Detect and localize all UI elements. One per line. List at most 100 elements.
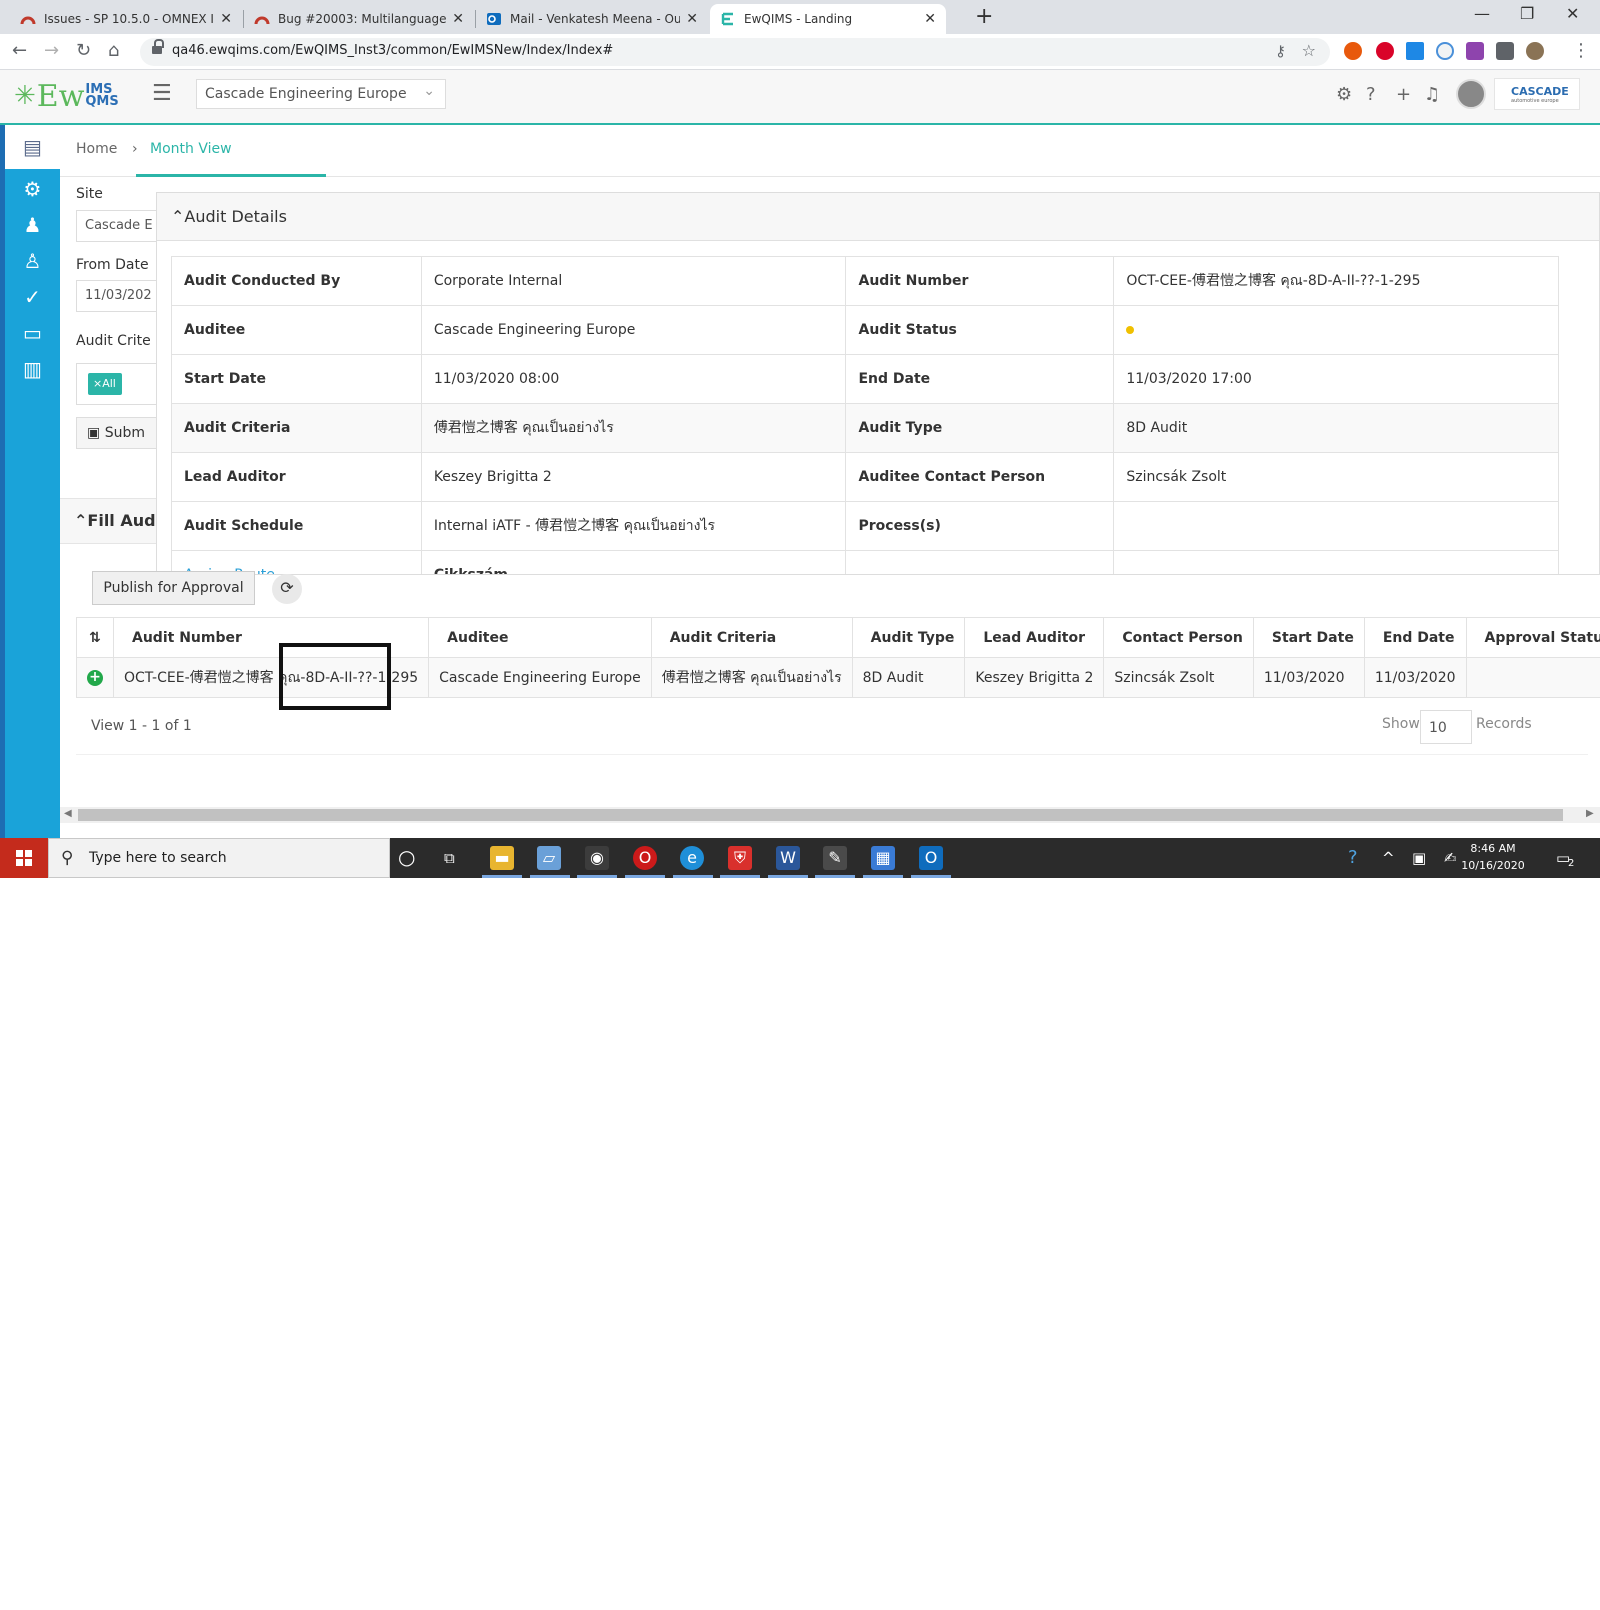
publish-for-approval-button[interactable]: Publish for Approval xyxy=(92,571,255,605)
column-header[interactable]: Audit Type xyxy=(851,617,966,658)
extension-opera-icon[interactable] xyxy=(1376,42,1394,60)
detail-row: Lead Auditor Keszey Brigitta 2 Auditee C… xyxy=(171,452,1559,502)
horizontal-scrollbar[interactable]: ◀ ▶ xyxy=(60,807,1600,823)
browser-tab[interactable]: Mail - Venkatesh Meena - Outlook ✕ xyxy=(476,4,708,34)
start-button[interactable] xyxy=(0,838,48,878)
left-sidebar: ▤ ⚙ ♟ ♙ ✓ ▭ ▥ xyxy=(0,125,60,858)
site-field[interactable]: Cascade E xyxy=(76,210,156,242)
extension-fire-icon[interactable] xyxy=(1344,42,1362,60)
sidebar-presentation-icon[interactable]: ▭ xyxy=(5,321,60,345)
column-header[interactable]: Approval Status xyxy=(1465,617,1600,658)
key-icon[interactable]: ⚷ xyxy=(1275,42,1286,60)
audit-details-header[interactable]: ⌃Audit Details xyxy=(157,193,1599,241)
settings-gear-icon[interactable]: ⚙ xyxy=(1336,84,1352,105)
sidebar-user-check-icon[interactable]: ✓ xyxy=(5,285,60,309)
news-app-icon[interactable]: ▦ xyxy=(871,846,895,870)
lock-icon xyxy=(152,39,164,56)
records-per-page-field[interactable]: 10 xyxy=(1420,710,1472,744)
home-icon[interactable]: ⌂ xyxy=(108,40,119,61)
back-icon[interactable]: ← xyxy=(12,40,27,61)
logo-star-icon: ✳ xyxy=(14,81,36,111)
bookmark-star-icon[interactable]: ☆ xyxy=(1302,41,1316,60)
taskbar-search-box[interactable]: ⚲ Type here to search xyxy=(48,838,390,878)
from-date-field[interactable]: 11/03/202 xyxy=(76,280,156,312)
ewqims-logo[interactable]: ✳ Ew IMS QMS xyxy=(14,78,119,114)
expand-row-plus-icon[interactable]: + xyxy=(87,670,103,686)
outlook-taskbar-icon[interactable]: O xyxy=(919,846,943,870)
help-icon[interactable]: ? xyxy=(1366,84,1376,105)
paint-icon[interactable]: ✎ xyxy=(823,846,847,870)
column-header[interactable]: End Date xyxy=(1363,617,1467,658)
site-select[interactable]: Cascade Engineering Europe ⌄ xyxy=(196,79,446,109)
opera-icon[interactable]: O xyxy=(633,846,657,870)
show-hidden-icons-chevron-icon[interactable]: ^ xyxy=(1382,849,1395,867)
task-view-icon[interactable]: ⧉ xyxy=(444,849,455,867)
hamburger-menu-icon[interactable]: ☰ xyxy=(152,81,172,106)
chrome-icon[interactable]: ◉ xyxy=(585,846,609,870)
notebook-icon: ▤ xyxy=(23,135,42,159)
column-header[interactable]: Contact Person xyxy=(1103,617,1254,658)
network-icon[interactable]: ▣ xyxy=(1412,849,1426,867)
close-window-icon[interactable]: ✕ xyxy=(1566,4,1579,23)
submit-button[interactable]: ▣ Subm xyxy=(76,417,156,449)
breadcrumb-current[interactable]: Month View xyxy=(150,141,232,157)
extension-circle-icon[interactable] xyxy=(1436,42,1454,60)
sidebar-settings-icon[interactable]: ⚙ xyxy=(5,177,60,201)
extension-pen-icon[interactable] xyxy=(1466,42,1484,60)
minimize-icon[interactable]: — xyxy=(1474,4,1490,23)
cortana-icon[interactable]: ○ xyxy=(398,845,415,869)
reload-icon[interactable]: ↻ xyxy=(76,40,91,61)
close-tab-icon[interactable]: ✕ xyxy=(686,11,698,27)
edge-icon[interactable]: e xyxy=(680,846,704,870)
extensions-puzzle-icon[interactable] xyxy=(1496,42,1514,60)
column-header[interactable]: Auditee xyxy=(428,617,652,658)
word-icon[interactable]: W xyxy=(776,846,800,870)
extension-windows-icon[interactable] xyxy=(1406,42,1424,60)
column-chooser-icon[interactable]: ⇅ xyxy=(76,617,114,658)
add-icon[interactable]: + xyxy=(1396,84,1411,105)
scrollbar-thumb[interactable] xyxy=(78,809,1563,821)
chevron-down-icon: ⌄ xyxy=(423,83,435,99)
new-tab-button[interactable]: + xyxy=(975,4,993,29)
restore-icon[interactable]: ❐ xyxy=(1520,4,1534,23)
profile-avatar-icon[interactable] xyxy=(1526,42,1544,60)
records-label: Records xyxy=(1476,716,1532,732)
sidebar-item-audit[interactable]: ▤ xyxy=(5,125,60,169)
forward-icon[interactable]: → xyxy=(44,40,59,61)
site-label: Site xyxy=(76,186,103,202)
save-icon: ▣ xyxy=(87,425,101,441)
url-field[interactable]: qa46.ewqims.com/EwQIMS_Inst3/common/EwIM… xyxy=(140,38,1330,66)
outlook-icon xyxy=(486,11,502,27)
close-tab-icon[interactable]: ✕ xyxy=(452,11,464,27)
browser-menu-icon[interactable]: ⋮ xyxy=(1572,40,1590,61)
scroll-left-arrow-icon[interactable]: ◀ xyxy=(64,808,72,819)
browser-tab[interactable]: Issues - SP 10.5.0 - OMNEX ISSUE ✕ xyxy=(10,4,242,34)
user-avatar[interactable] xyxy=(1456,79,1486,109)
sidebar-user-shield-icon[interactable]: ♙ xyxy=(5,249,60,273)
security-shield-icon[interactable]: ⛨ xyxy=(728,846,752,870)
help-tray-icon[interactable]: ? xyxy=(1348,847,1358,868)
sidebar-users-group-icon[interactable]: ♟ xyxy=(5,213,60,237)
refresh-icon[interactable]: ⟳ xyxy=(272,574,302,604)
breadcrumb-home[interactable]: Home xyxy=(76,141,117,157)
column-header[interactable]: Lead Auditor xyxy=(964,617,1105,658)
audit-details-table: Audit Conducted By Corporate Internal Au… xyxy=(171,256,1559,574)
taskbar-clock[interactable]: 8:46 AM 10/16/2020 xyxy=(1458,840,1528,874)
browser-tab[interactable]: Bug #20003: Multilanguage -> ?? ✕ xyxy=(244,4,474,34)
close-tab-icon[interactable]: ✕ xyxy=(220,11,232,27)
criteria-tag-all[interactable]: ×All xyxy=(88,373,122,395)
sidebar-building-icon[interactable]: ▥ xyxy=(5,357,60,381)
notepad-app-icon[interactable]: ▱ xyxy=(537,846,561,870)
column-header[interactable]: Start Date xyxy=(1252,617,1365,658)
detail-row: Assign Route Cikkszám xyxy=(171,550,1559,574)
notification-bell-icon[interactable]: ♫ xyxy=(1424,84,1440,105)
audit-status-dot xyxy=(1126,326,1135,334)
fill-audit-section-header[interactable]: ⌃Fill Audi xyxy=(60,498,156,544)
close-tab-icon[interactable]: ✕ xyxy=(924,11,936,27)
browser-tab-active[interactable]: EwQIMS - Landing ✕ xyxy=(710,4,946,34)
column-header[interactable]: Audit Criteria xyxy=(650,617,853,658)
pen-tray-icon[interactable]: ✍ xyxy=(1444,849,1457,867)
file-explorer-icon[interactable]: ▬ xyxy=(490,846,514,870)
scroll-right-arrow-icon[interactable]: ▶ xyxy=(1586,808,1594,819)
audit-number-value: OCT-CEE-傅君愷之博客 คุณ-8D-A-II-??-1-295 xyxy=(1113,256,1559,306)
